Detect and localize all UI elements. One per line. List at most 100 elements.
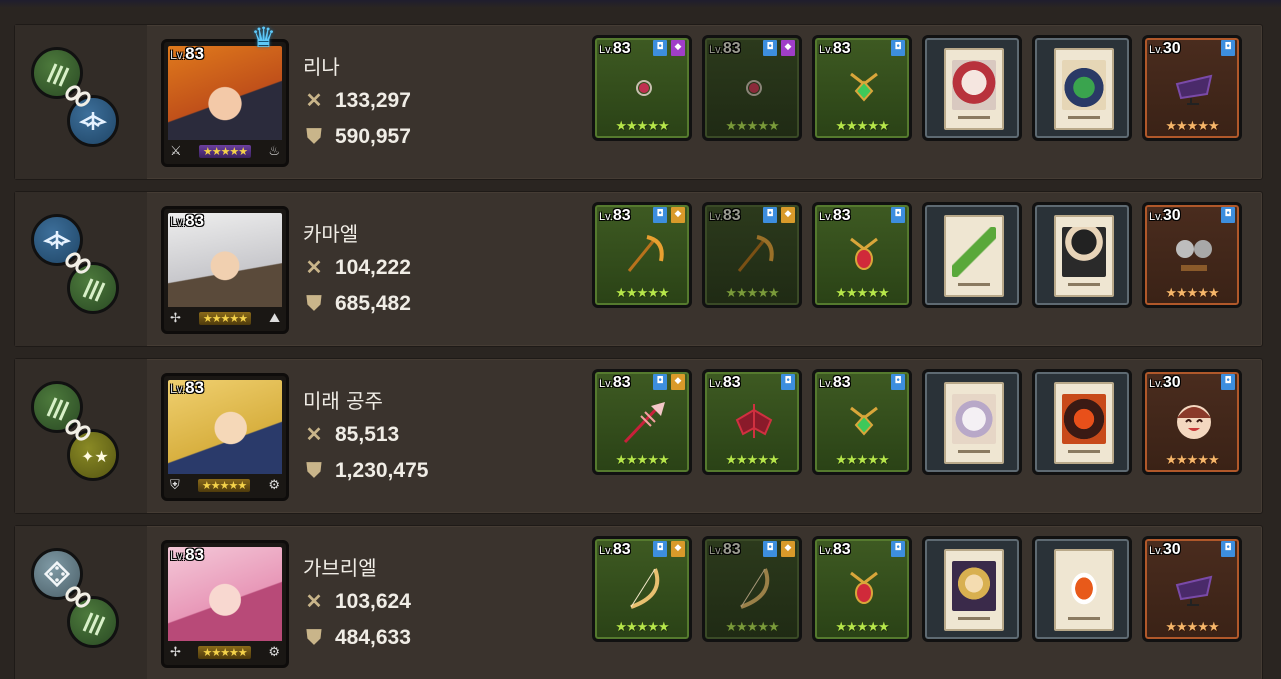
hero-portrait[interactable]: Lv.83 ⚔ ★★★★★ ♨ bbox=[161, 39, 289, 167]
grade-icon: ◆ bbox=[671, 374, 685, 390]
gear-stars: ★★★★★ bbox=[835, 119, 889, 134]
gear-slot-card[interactable] bbox=[1032, 369, 1132, 475]
gear-slot-weapon-alt[interactable]: Lv.83 ◘ ◆ ★★★★★ bbox=[702, 536, 802, 642]
class-icon: ✢ bbox=[170, 644, 181, 660]
gear-slot-relic[interactable]: Lv.30 ◘ ★★★★★ bbox=[1142, 35, 1242, 141]
shield-icon: ⛊ bbox=[306, 460, 322, 482]
gear-slot-card[interactable] bbox=[1032, 35, 1132, 141]
hero-level: Lv.83 bbox=[170, 545, 205, 564]
gear-slot-accessory[interactable]: Lv.83 ◘ ★★★★★ bbox=[812, 35, 912, 141]
gear-slot-card[interactable] bbox=[1032, 536, 1132, 642]
golden-bow-icon bbox=[630, 568, 660, 609]
card-face bbox=[944, 549, 1004, 631]
hero-portrait[interactable]: Lv.83 ✢ ★★★★★ ⛰ bbox=[161, 206, 289, 334]
gear-level: Lv.83 bbox=[819, 207, 851, 224]
scythe-icon bbox=[627, 235, 664, 272]
gear-slot-weapon[interactable]: Lv.83 ◘ ◆ ★★★★★ bbox=[592, 369, 692, 475]
grade-icon: ◆ bbox=[781, 40, 795, 56]
statue-relic-icon bbox=[1176, 240, 1212, 271]
gear-slot-weapon[interactable]: Lv.83 ◘ ◆ ★★★★★ bbox=[592, 536, 692, 642]
emerald-amulet-icon bbox=[850, 406, 878, 436]
gear-slot-card[interactable] bbox=[922, 202, 1022, 308]
gear-slot-accessory[interactable]: Lv.83 ◘ ★★★★★ bbox=[812, 369, 912, 475]
hero-portrait-footer: ✢ ★★★★★ ⚙ bbox=[166, 641, 284, 663]
hero-row-gabriel[interactable]: Lv.83 ✢ ★★★★★ ⚙ 가브리엘 ✕ 103,624 ⛊ 484,633 L… bbox=[14, 525, 1263, 679]
svg-text:✦★: ✦★ bbox=[81, 447, 109, 466]
bookmark-icon: ◘ bbox=[763, 40, 777, 56]
hero-stars: ★★★★★ bbox=[198, 144, 252, 158]
fire-icon: ♨ bbox=[268, 143, 280, 159]
attack-stat: ✕ 85,513 bbox=[303, 423, 400, 447]
gear-level: Lv.83 bbox=[709, 40, 741, 57]
hero-portrait[interactable]: Lv.83 ⛨ ★★★★★ ⚙ bbox=[161, 373, 289, 501]
ruby-ring-icon bbox=[746, 80, 762, 96]
hero-stars: ★★★★★ bbox=[197, 478, 251, 492]
crossed-swords-icon: ✕ bbox=[305, 591, 323, 613]
gear-level: Lv.30 bbox=[1149, 541, 1181, 558]
gear-stars: ★★★★★ bbox=[1165, 620, 1219, 635]
mountain-icon: ⛰ bbox=[269, 310, 280, 326]
gear-slot-accessory[interactable]: Lv.83 ◘ ★★★★★ bbox=[812, 536, 912, 642]
bookmark-icon: ◘ bbox=[891, 207, 905, 223]
crimson-spear-icon bbox=[623, 402, 665, 444]
gear-slot-relic[interactable]: Lv.30 ◘ ★★★★★ bbox=[1142, 536, 1242, 642]
gear-stars: ★★★★★ bbox=[1165, 119, 1219, 134]
gear-icon: ⚙ bbox=[268, 477, 280, 493]
gear-icon: ⚙ bbox=[268, 644, 280, 660]
hero-name: 리나 bbox=[303, 55, 340, 79]
gear-slot-relic[interactable]: Lv.30 ◘ ★★★★★ bbox=[1142, 369, 1242, 475]
ruby-ring-icon bbox=[636, 80, 652, 96]
hero-row-future-princess[interactable]: ✦★ Lv.83 ⛨ ★★★★★ ⚙ 미래 공주 ✕ 85,513 ⛊ 1,230,… bbox=[14, 358, 1263, 514]
defense-stat: ⛊ 685,482 bbox=[303, 292, 411, 316]
gear-stars: ★★★★★ bbox=[1165, 286, 1219, 301]
gear-stars: ★★★★★ bbox=[615, 286, 669, 301]
hero-row-kamael[interactable]: Lv.83 ✢ ★★★★★ ⛰ 카마엘 ✕ 104,222 ⛊ 685,482 Lv… bbox=[14, 191, 1263, 347]
bookmark-icon: ◘ bbox=[891, 541, 905, 557]
defense-stat: ⛊ 1,230,475 bbox=[303, 459, 429, 483]
defense-stat: ⛊ 590,957 bbox=[303, 125, 411, 149]
bookmark-icon: ◘ bbox=[763, 207, 777, 223]
crossed-swords-icon: ✕ bbox=[305, 90, 323, 112]
gear-slot-weapon[interactable]: Lv.83 ◘ ◆ ★★★★★ bbox=[592, 35, 692, 141]
gear-slot-card[interactable] bbox=[922, 35, 1022, 141]
hero-portrait[interactable]: Lv.83 ✢ ★★★★★ ⚙ bbox=[161, 540, 289, 668]
gear-slot-weapon[interactable]: Lv.83 ◘ ◆ ★★★★★ bbox=[592, 202, 692, 308]
gear-slot-weapon-alt[interactable]: Lv.83 ◘ ◆ ★★★★★ bbox=[702, 202, 802, 308]
gear-level: Lv.83 bbox=[709, 374, 741, 391]
shield-icon: ⛊ bbox=[306, 126, 322, 148]
crossed-swords-icon: ✕ bbox=[305, 424, 323, 446]
gear-slot-card[interactable] bbox=[1032, 202, 1132, 308]
gear-slot-weapon-alt[interactable]: Lv.83 ◘ ★★★★★ bbox=[702, 369, 802, 475]
crimson-wings-icon bbox=[735, 404, 773, 438]
hero-level: Lv.83 bbox=[170, 44, 205, 63]
gear-level: Lv.30 bbox=[1149, 40, 1181, 57]
gear-slot-weapon-alt[interactable]: Lv.83 ◘ ◆ ★★★★★ bbox=[702, 35, 802, 141]
hero-name: 미래 공주 bbox=[303, 389, 383, 413]
gear-level: Lv.83 bbox=[599, 40, 631, 57]
hero-portrait-footer: ⚔ ★★★★★ ♨ bbox=[166, 140, 284, 162]
gear-stars: ★★★★★ bbox=[1165, 453, 1219, 468]
gear-slot-relic[interactable]: Lv.30 ◘ ★★★★★ bbox=[1142, 202, 1242, 308]
bookmark-icon: ◘ bbox=[1221, 541, 1235, 557]
smiling-doll-relic-icon bbox=[1177, 405, 1211, 439]
gear-slot-accessory[interactable]: Lv.83 ◘ ★★★★★ bbox=[812, 202, 912, 308]
gear-slot-card[interactable] bbox=[922, 369, 1022, 475]
chain-link-icon bbox=[65, 586, 91, 608]
hero-stars: ★★★★★ bbox=[198, 311, 252, 325]
bookmark-icon: ◘ bbox=[763, 541, 777, 557]
gear-stars: ★★★★★ bbox=[725, 620, 779, 635]
gear-level: Lv.83 bbox=[819, 40, 851, 57]
gear-slot-card[interactable] bbox=[922, 536, 1022, 642]
hero-portrait-footer: ⛨ ★★★★★ ⚙ bbox=[166, 474, 284, 496]
scythe-icon bbox=[737, 235, 774, 272]
gear-stars: ★★★★★ bbox=[725, 453, 779, 468]
bookmark-icon: ◘ bbox=[653, 374, 667, 390]
bookmark-icon: ◘ bbox=[653, 207, 667, 223]
chain-link-icon bbox=[65, 85, 91, 107]
card-face bbox=[944, 382, 1004, 464]
gear-stars: ★★★★★ bbox=[615, 620, 669, 635]
hero-row-lina[interactable]: Lv.83 ⚔ ★★★★★ ♨ ♛ 리나 ✕ 133,297 ⛊ 590,957 L… bbox=[14, 21, 1263, 180]
bookmark-icon: ◘ bbox=[653, 541, 667, 557]
card-face bbox=[1054, 382, 1114, 464]
gear-stars: ★★★★★ bbox=[725, 286, 779, 301]
